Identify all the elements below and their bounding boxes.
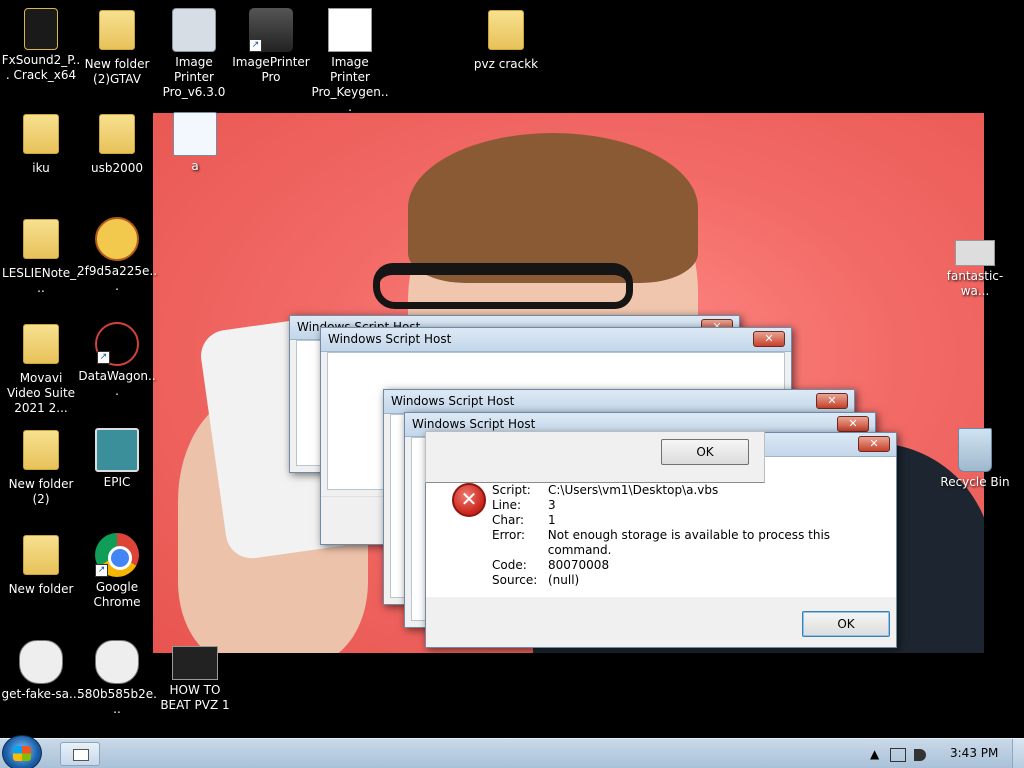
desktop-icon-a-vbs[interactable]: a [154,112,236,174]
fxsound-icon [24,8,58,50]
source-value: (null) [548,573,580,587]
desktop-icon-leslienote[interactable]: LESLIENote_... [0,217,82,296]
desktop-icon-movavi[interactable]: Movavi Video Suite 2021 2... [0,322,82,416]
taskbar: ▲ 3:43 PM [0,735,1024,768]
desktop-icon-580b585b2e[interactable]: 580b585b2e... [76,640,158,717]
video-file-icon [172,646,218,680]
desktop-icon-gtav-folder[interactable]: New folder (2)GTAV [76,8,158,87]
source-label: Source: [492,573,538,587]
clock[interactable]: 3:43 PM [950,746,998,760]
image-file-icon [955,240,995,266]
start-button[interactable] [2,735,42,768]
dialog-title: Windows Script Host [412,417,536,431]
desktop-icon-usb2000[interactable]: usb2000 [76,112,158,176]
close-button[interactable]: ✕ [753,331,785,347]
desktop-icon-recycle-bin[interactable]: Recycle Bin [934,428,1016,490]
epic-icon [95,428,139,472]
desktop-icon-fxsound[interactable]: FxSound2_P... Crack_x64 [0,8,82,83]
dialog-wsh-fragment: OK [425,431,765,483]
error-icon: ✕ [452,483,486,517]
volume-icon[interactable] [914,749,926,761]
desktop-icon-image-printer-pro-setup[interactable]: Image Printer Pro_v6.3.0 [153,8,235,100]
desktop-icon-pvz-crackk[interactable]: pvz crackk [465,8,547,72]
printer-icon: ↗ [249,8,293,52]
troll-face-icon [19,640,63,684]
desktop-icon-how-to-beat-pvz[interactable]: HOW TO BEAT PVZ 1 [154,640,236,713]
desktop-icon-imageprinter-pro[interactable]: ↗ ImagePrinter Pro [230,8,312,85]
line-value: 3 [548,498,556,512]
char-label: Char: [492,513,525,527]
folder-icon [19,430,63,474]
recycle-bin-icon [958,428,992,472]
desktop-icon-datawagon[interactable]: ↗ DataWagon... [76,322,158,399]
ok-button[interactable]: OK [802,611,890,637]
chrome-icon: ↗ [95,533,139,577]
dialog-title: Windows Script Host [328,332,452,346]
desktop-icon-iku[interactable]: iku [0,112,82,176]
desktop-icon-image-printer-keygen[interactable]: Image Printer Pro_Keygen... [309,8,391,115]
folder-icon [19,324,63,368]
folder-icon [19,219,63,263]
window-icon [73,749,89,761]
folder-icon [95,10,139,54]
script-value: C:\Users\vm1\Desktop\a.vbs [548,483,719,497]
error-details: Script: C:\Users\vm1\Desktop\a.vbs Line: 3… [492,483,896,588]
windows-logo-icon [13,746,31,761]
desktop-icon-get-fake-sa[interactable]: get-fake-sa... [0,640,82,702]
folder-icon [19,114,63,158]
char-value: 1 [548,513,556,527]
installer-icon [172,8,216,52]
script-label: Script: [492,483,531,497]
datawagon-icon: ↗ [95,322,139,366]
desktop-icon-google-chrome[interactable]: ↗ Google Chrome [76,533,158,610]
error-value: Not enough storage is available to proce… [547,528,831,557]
line-label: Line: [492,498,522,512]
desktop-icon-epic[interactable]: EPIC [76,428,158,490]
desktop-icon-new-folder-2[interactable]: New folder (2) [0,428,82,507]
emoji-image-icon [95,217,139,261]
taskbar-window-button[interactable] [60,742,100,766]
desktop-icon-new-folder[interactable]: New folder [0,533,82,597]
folder-icon [484,10,528,54]
script-file-icon [173,112,217,156]
close-button[interactable]: ✕ [837,416,869,432]
code-value: 80070008 [548,558,610,572]
show-desktop-button[interactable] [1012,739,1024,768]
network-icon[interactable] [890,748,906,762]
desktop-icon-fantastic-wa[interactable]: fantastic-wa... [934,232,1016,299]
desktop-icon-2f9d5a225e[interactable]: 2f9d5a225e... [76,217,158,294]
code-label: Code: [492,558,527,572]
dialog-title: Windows Script Host [391,394,515,408]
ok-button[interactable]: OK [661,439,749,465]
close-button[interactable]: ✕ [816,393,848,409]
folder-icon [19,535,63,579]
application-window-icon [328,8,372,52]
folder-icon [95,114,139,158]
close-button[interactable]: ✕ [858,436,890,452]
show-hidden-icons-button[interactable]: ▲ [870,747,879,761]
troll-face-icon [95,640,139,684]
error-label: Error: [492,528,526,542]
